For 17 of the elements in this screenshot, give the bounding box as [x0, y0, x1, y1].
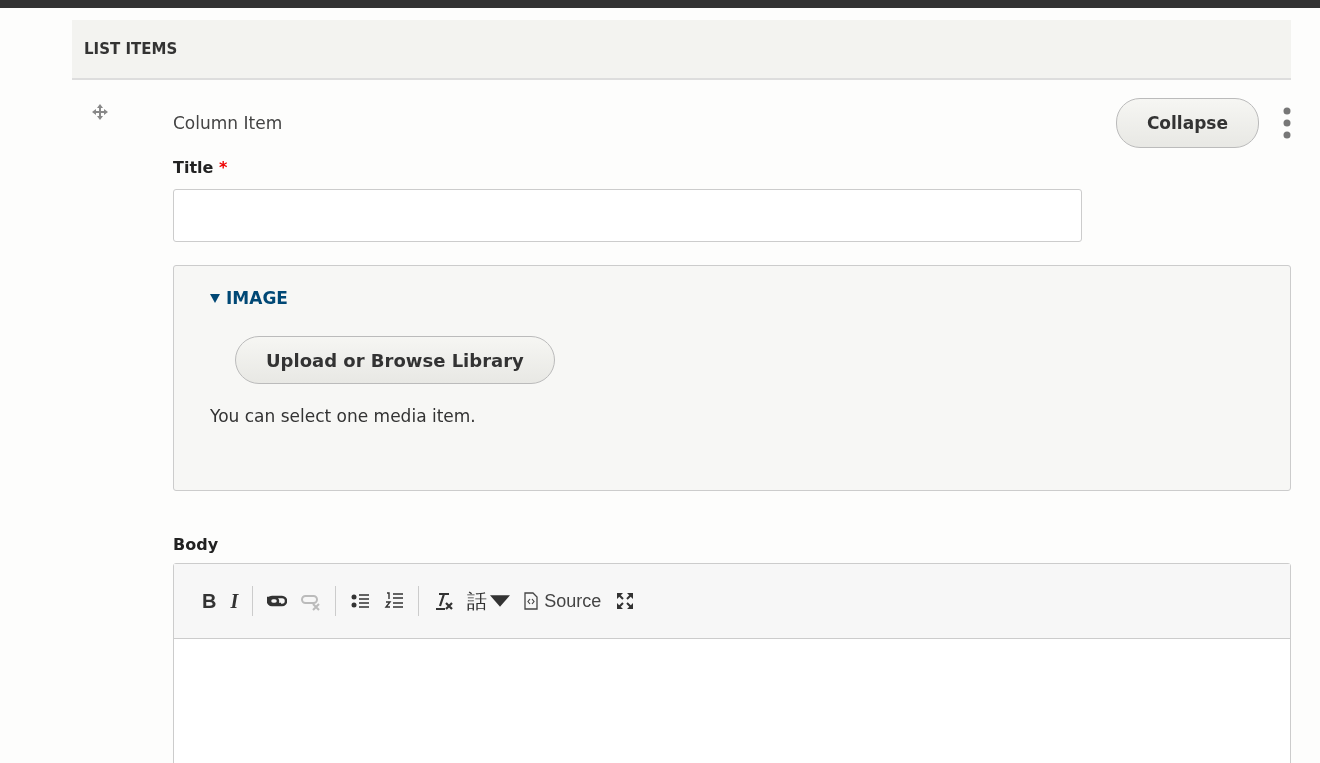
collapse-button[interactable]: Collapse	[1115, 98, 1259, 148]
document-code-icon	[524, 592, 539, 610]
image-toggle[interactable]: IMAGE	[210, 288, 1254, 308]
drag-handle-icon[interactable]	[92, 104, 108, 120]
field-label: Title *	[173, 158, 229, 177]
title-field[interactable]	[173, 189, 1082, 242]
more-options-icon[interactable]	[1283, 106, 1291, 140]
source-button[interactable]: Source	[524, 588, 602, 614]
bold-button[interactable]: B	[202, 588, 217, 614]
upload-button[interactable]: Upload or Browse Library	[235, 336, 555, 384]
help-text: You can select one media item.	[210, 406, 477, 426]
language-dropdown[interactable]: 話	[467, 588, 511, 614]
item-label: Column Item	[173, 113, 283, 133]
triangle-down-icon	[210, 293, 220, 303]
section-title: LIST ITEMS	[84, 40, 178, 58]
field-label: Body	[173, 535, 220, 554]
italic-button[interactable]: I	[230, 588, 239, 614]
